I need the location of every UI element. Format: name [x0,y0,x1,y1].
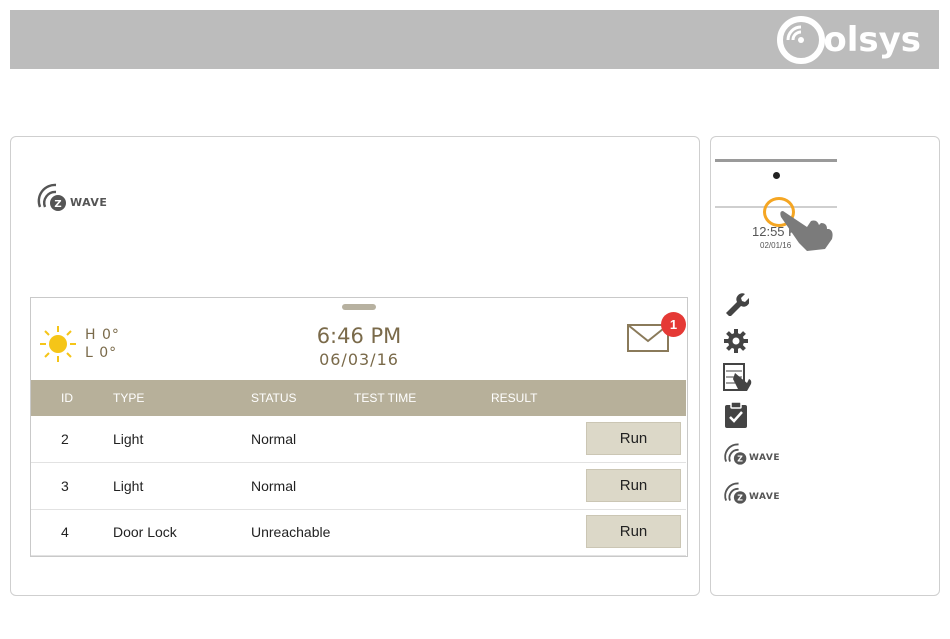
message-count-badge: 1 [661,312,686,337]
gear-icon[interactable] [723,328,749,354]
zwave-logo-text: WAVE [70,196,108,209]
cell-id: 4 [61,524,69,540]
zwave-icon: Z [724,443,747,465]
header-type: TYPE [113,391,145,405]
camera-dot [773,172,780,179]
zwave-label: WAVE [749,453,780,463]
table-header: ID TYPE STATUS TEST TIME RESULT [31,380,686,416]
svg-text:Z: Z [737,455,743,464]
qolsys-logo-icon [777,16,826,64]
svg-text:Z: Z [737,494,743,503]
cell-id: 3 [61,478,69,494]
device-screen: H 0° L 0° 6:46 PM 06/03/16 1 ID TYPE STA… [30,297,688,557]
brand-name: olsys [823,20,921,60]
run-button[interactable]: Run [586,422,681,455]
zwave-logo-side-1[interactable]: Z WAVE [723,441,780,465]
run-button[interactable]: Run [586,469,681,502]
table-row: 4 Door Lock Unreachable Run [31,509,686,556]
drawer-handle[interactable] [342,304,376,310]
header-result: RESULT [491,391,538,405]
clock-date: 06/03/16 [319,350,399,369]
screen-top-bar [715,159,837,162]
svg-text:Z: Z [54,199,61,210]
zwave-label: WAVE [749,492,780,502]
cell-type: Light [113,478,144,494]
clock: 6:46 PM 06/03/16 [31,324,687,369]
zwave-logo-side-2[interactable]: Z WAVE [723,480,780,504]
wrench-icon[interactable] [723,290,749,316]
table-row: 2 Light Normal Run [31,416,686,463]
zwave-logo: Z WAVE [36,181,107,211]
hand-pointer-icon [780,211,833,251]
cell-id: 2 [61,431,69,447]
run-button[interactable]: Run [586,515,681,548]
tablet-touch-icon[interactable] [723,363,753,393]
header-id: ID [61,391,73,405]
messages-button[interactable]: 1 [627,312,686,357]
table-row: 3 Light Normal Run [31,463,686,510]
header-test-time: TEST TIME [354,391,417,405]
clipboard-check-icon[interactable] [723,401,749,429]
zwave-icon: Z [37,183,66,211]
header-bar: olsys [10,10,939,69]
cell-status: Unreachable [251,524,331,540]
clock-time: 6:46 PM [316,324,402,348]
swipe-down-illustration: 12:55 PM 02/01/16 [715,157,837,257]
qolsys-logo: olsys [777,16,921,64]
cell-type: Light [113,431,144,447]
zwave-icon: Z [724,482,747,504]
cell-status: Normal [251,478,297,494]
cell-type: Door Lock [113,524,177,540]
header-status: STATUS [251,391,297,405]
cell-status: Normal [251,431,297,447]
side-panel: 12:55 PM 02/01/16 Z WAVE Z WAVE [710,136,940,596]
